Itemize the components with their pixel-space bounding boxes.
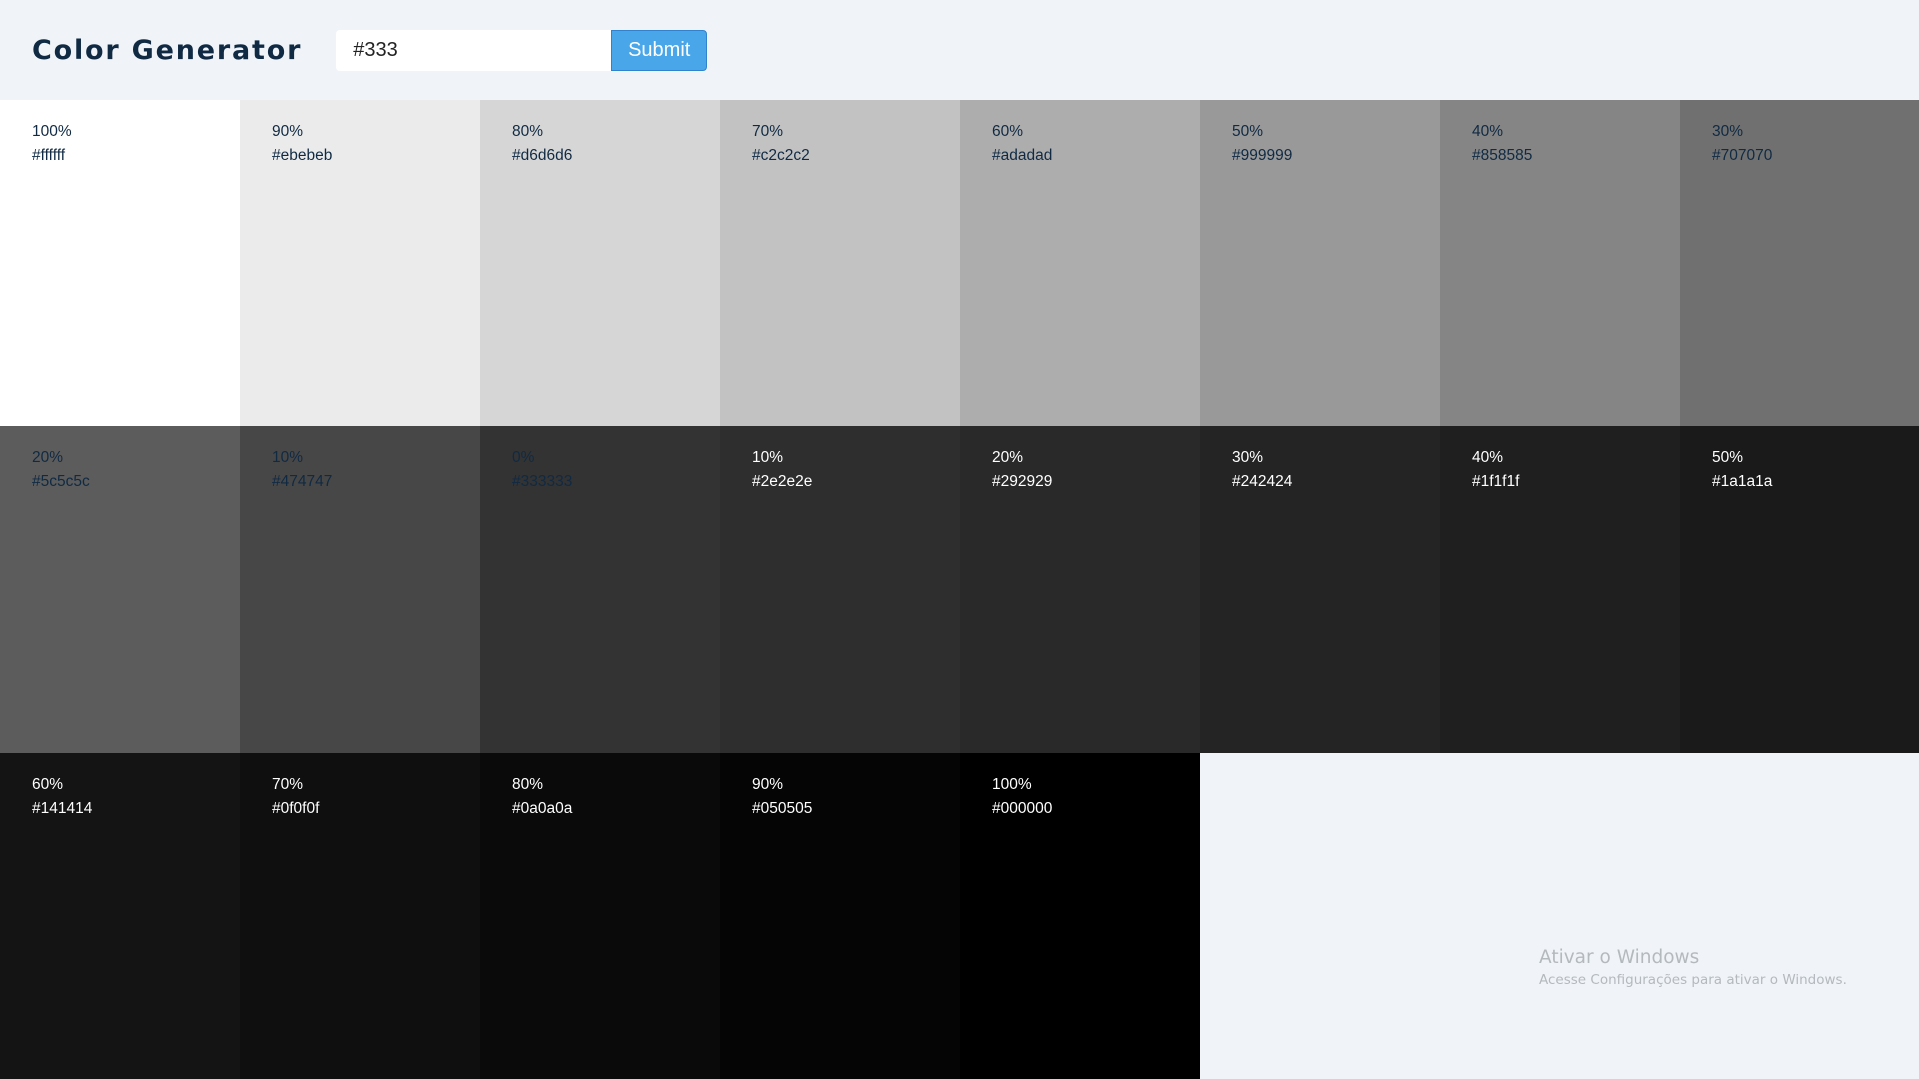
color-tile[interactable]: 10% #474747 xyxy=(240,426,480,753)
color-tile[interactable]: 90% #050505 xyxy=(720,752,960,1079)
color-percent: 80% xyxy=(512,123,544,140)
color-percent: 30% xyxy=(1232,449,1264,467)
color-tile[interactable]: 70% #0f0f0f xyxy=(240,752,480,1079)
color-hex-value: #adadad xyxy=(992,147,1053,164)
color-percent: 80% xyxy=(512,775,544,793)
color-percent: 40% xyxy=(1472,449,1504,467)
color-hex-value: #0f0f0f xyxy=(272,799,320,817)
color-percent: 20% xyxy=(32,449,64,467)
color-tile[interactable]: 100% #000000 xyxy=(960,752,1200,1079)
color-percent: 10% xyxy=(752,449,784,467)
color-tile[interactable]: 100% #ffffff xyxy=(0,100,240,427)
color-tile[interactable]: 50% #999999 xyxy=(1200,100,1440,427)
submit-button[interactable]: Submit xyxy=(611,29,708,71)
color-hex-value: #858585 xyxy=(1472,147,1533,164)
color-grid: 100% #ffffff 90% #ebebeb 80% #d6d6d6 70% #c2c2c… xyxy=(0,100,1919,1079)
color-hex-value: #707070 xyxy=(1712,147,1773,164)
color-percent: 0% xyxy=(512,449,535,467)
color-hex-value: #333333 xyxy=(512,473,573,491)
app-header: Color Generator Submit xyxy=(0,0,1919,100)
page-title: Color Generator xyxy=(32,34,303,66)
color-input[interactable] xyxy=(336,29,612,71)
color-tile[interactable]: 40% #1f1f1f xyxy=(1440,426,1680,753)
color-percent: 100% xyxy=(992,775,1032,793)
color-tile[interactable]: 80% #d6d6d6 xyxy=(480,100,720,427)
color-tile[interactable]: 70% #c2c2c2 xyxy=(720,100,960,427)
color-percent: 50% xyxy=(1232,123,1264,140)
color-hex-value: #292929 xyxy=(992,473,1053,491)
color-tile[interactable]: 30% #242424 xyxy=(1200,426,1440,753)
color-tile[interactable]: 10% #2e2e2e xyxy=(720,426,960,753)
color-tile[interactable]: 20% #5c5c5c xyxy=(0,426,240,753)
color-hex-value: #141414 xyxy=(32,799,93,817)
color-percent: 60% xyxy=(32,775,64,793)
color-hex-value: #ffffff xyxy=(32,147,66,164)
color-percent: 70% xyxy=(752,123,784,140)
color-hex-value: #5c5c5c xyxy=(32,473,90,491)
color-hex-value: #1f1f1f xyxy=(1472,473,1520,491)
color-hex-value: #999999 xyxy=(1232,147,1293,164)
color-hex-value: #000000 xyxy=(992,799,1053,817)
color-tile[interactable]: 60% #141414 xyxy=(0,752,240,1079)
color-form: Submit xyxy=(336,29,708,71)
color-tile[interactable]: 90% #ebebeb xyxy=(240,100,480,427)
color-percent: 70% xyxy=(272,775,304,793)
color-hex-value: #d6d6d6 xyxy=(512,147,573,164)
color-tile[interactable]: 30% #707070 xyxy=(1680,100,1919,427)
color-hex-value: #050505 xyxy=(752,799,813,817)
color-hex-value: #1a1a1a xyxy=(1712,473,1773,491)
color-tile[interactable]: 40% #858585 xyxy=(1440,100,1680,427)
color-percent: 60% xyxy=(992,123,1024,140)
color-hex-value: #c2c2c2 xyxy=(752,147,810,164)
color-tile[interactable]: 60% #adadad xyxy=(960,100,1200,427)
color-hex-value: #ebebeb xyxy=(272,147,333,164)
color-percent: 50% xyxy=(1712,449,1744,467)
color-hex-value: #474747 xyxy=(272,473,333,491)
color-tile[interactable]: 0% #333333 xyxy=(480,426,720,753)
color-tile[interactable]: 80% #0a0a0a xyxy=(480,752,720,1079)
color-percent: 90% xyxy=(272,123,304,140)
color-hex-value: #2e2e2e xyxy=(752,473,813,491)
color-tile[interactable]: 50% #1a1a1a xyxy=(1680,426,1919,753)
color-percent: 90% xyxy=(752,775,784,793)
color-percent: 30% xyxy=(1712,123,1744,140)
color-tile[interactable]: 20% #292929 xyxy=(960,426,1200,753)
color-percent: 40% xyxy=(1472,123,1504,140)
color-percent: 10% xyxy=(272,449,304,467)
color-percent: 20% xyxy=(992,449,1024,467)
color-hex-value: #242424 xyxy=(1232,473,1293,491)
color-percent: 100% xyxy=(32,123,72,140)
color-hex-value: #0a0a0a xyxy=(512,799,573,817)
